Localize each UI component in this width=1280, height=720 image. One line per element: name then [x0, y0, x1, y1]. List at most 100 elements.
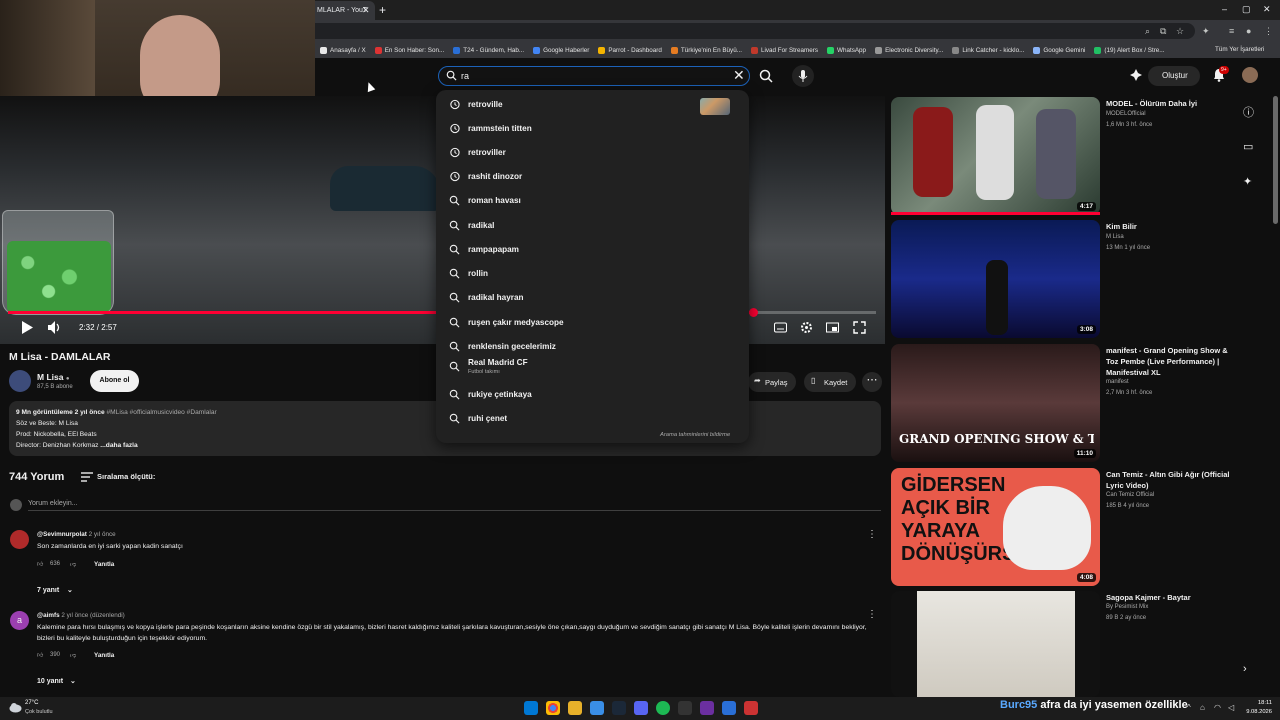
bookmark-item[interactable]: Livad For Streamers [750, 46, 818, 54]
app-icon[interactable] [590, 701, 604, 715]
comment-menu-icon[interactable]: ⋮ [867, 529, 877, 540]
channel-name[interactable]: M Lisa ● [37, 372, 69, 382]
scrollbar[interactable] [1273, 96, 1278, 224]
miniplayer-icon[interactable] [826, 321, 839, 334]
weather-temp[interactable]: 27°C [25, 700, 38, 706]
search-button-icon[interactable] [757, 68, 775, 84]
suggestion-item[interactable]: ruhi çenet [436, 407, 749, 431]
suggestion-item[interactable]: ruşen çakır medyascope [436, 311, 749, 335]
related-thumbnail[interactable] [891, 591, 1100, 697]
sort-icon[interactable] [81, 472, 93, 482]
related-thumbnail[interactable]: 4:17 [891, 97, 1100, 215]
suggestion-item[interactable]: Real Madrid CF Futbol takımı [436, 355, 749, 379]
install-icon[interactable]: ⧉ [1160, 26, 1166, 37]
report-predictions-link[interactable]: Arama tahminlerini bildirme [660, 432, 730, 438]
suggestion-item[interactable]: rukiye çetinkaya [436, 383, 749, 407]
bookmark-item[interactable]: Electronic Diversity... [875, 46, 943, 54]
related-channel[interactable]: By Pesimist Mix [1106, 604, 1148, 610]
minimize-icon[interactable]: – [1222, 4, 1227, 14]
all-bookmarks[interactable]: Tüm Yer İşaretleri [1215, 46, 1264, 53]
related-title[interactable]: Kim Bilir [1106, 221, 1236, 232]
folder-icon[interactable] [568, 701, 582, 715]
related-title[interactable]: MODEL - Ölürüm Daha İyi [1106, 98, 1236, 109]
comment-user[interactable]: @aimfs 2 yıl önce (düzenlendi) [37, 612, 125, 619]
sparkle-icon[interactable]: ✦ [1243, 175, 1257, 189]
related-channel[interactable]: MODELOfficial [1106, 111, 1146, 117]
maximize-icon[interactable]: ▢ [1242, 4, 1251, 15]
bookmark-item[interactable]: Türkiye'nin En Büyü... [670, 46, 742, 54]
bookmark-star-icon[interactable]: ☆ [1176, 26, 1184, 37]
volume-tray-icon[interactable]: ◁ [1228, 703, 1234, 712]
like-icon[interactable]: 👍︎ [37, 651, 43, 659]
start-icon[interactable] [524, 701, 538, 715]
related-title[interactable]: Sagopa Kajmer - Baytar [1106, 592, 1236, 603]
close-window-icon[interactable]: ✕ [1263, 4, 1271, 15]
chrome-icon[interactable] [546, 701, 560, 715]
like-icon[interactable]: 👍︎ [37, 560, 43, 568]
comment-menu-icon[interactable]: ⋮ [867, 609, 877, 620]
suggestion-item[interactable]: retroville [436, 93, 749, 117]
bookmark-item[interactable]: T24 - Gündem, Hab... [453, 46, 524, 54]
clock-date[interactable]: 9.08.2026 [1244, 709, 1272, 715]
comment-avatar[interactable]: a [10, 611, 29, 630]
omnibox[interactable] [315, 23, 1195, 39]
related-channel[interactable]: M Lisa [1106, 234, 1124, 240]
extensions-icon[interactable]: ✦ [1202, 26, 1210, 37]
steam-icon[interactable] [612, 701, 626, 715]
subtitles-icon[interactable] [774, 321, 787, 334]
next-arrow-icon[interactable]: › [1243, 663, 1257, 677]
bookmark-item[interactable]: En Son Haber: Son... [374, 46, 444, 54]
channel-avatar[interactable] [9, 370, 31, 392]
comment-avatar[interactable] [10, 530, 29, 549]
app-icon[interactable] [678, 701, 692, 715]
related-thumbnail[interactable]: 3:08 [891, 220, 1100, 338]
dislike-icon[interactable]: 👎︎ [70, 651, 76, 659]
progress-knob[interactable] [749, 308, 758, 317]
obs-icon[interactable] [744, 701, 758, 715]
comment-user[interactable]: @Sevimnurpolat 2 yıl önce [37, 531, 116, 538]
network-icon[interactable]: ⌂ [1200, 703, 1205, 712]
profile-icon[interactable]: ● [1246, 26, 1251, 36]
suggestion-item[interactable]: radikal hayran [436, 286, 749, 310]
bookmark-item[interactable]: Google Gemini [1033, 46, 1085, 54]
suggestion-item[interactable]: rollin [436, 262, 749, 286]
show-more-link[interactable]: ...daha fazla [100, 442, 137, 449]
replies-toggle[interactable]: 10 yanıt [37, 678, 63, 685]
chevron-down-icon[interactable]: ⌄ [67, 586, 73, 594]
related-thumbnail[interactable]: GRAND OPENING SHOW & TOZ PEMBE 11:10 [891, 344, 1100, 462]
replies-toggle[interactable]: 7 yanıt [37, 587, 59, 594]
play-icon[interactable] [21, 321, 33, 334]
more-actions-button[interactable]: ⋯ [862, 372, 882, 392]
related-channel[interactable]: manifest [1106, 379, 1129, 385]
search-input[interactable] [461, 68, 721, 84]
bookmark-item[interactable]: WhatsApp [827, 46, 866, 54]
bookmark-item[interactable]: (19) Alert Box / Stre... [1094, 46, 1165, 54]
suggestion-item[interactable]: roman havası [436, 189, 749, 213]
suggestion-item[interactable]: retroviller [436, 141, 749, 165]
create-button[interactable]: Oluştur [1148, 66, 1200, 86]
related-title[interactable]: Can Temiz - Altın Gibi Ağır (Official Ly… [1106, 469, 1236, 491]
clear-search-icon[interactable]: ✕ [733, 67, 745, 84]
info-icon[interactable]: ⓘ [1243, 104, 1257, 119]
weather-desc[interactable]: Çok bulutlu [25, 709, 53, 715]
account-avatar[interactable] [1242, 67, 1258, 83]
create-sparkle-icon[interactable] [1129, 68, 1143, 82]
reply-button[interactable]: Yanıtla [94, 561, 114, 568]
suggestion-item[interactable]: radikal [436, 214, 749, 238]
bookmark-item[interactable]: Anasayfa / X [320, 46, 366, 54]
settings-gear-icon[interactable] [800, 321, 813, 334]
bookmark-item[interactable]: Parrot - Dashboard [598, 46, 662, 54]
suggestion-item[interactable]: rampapapam [436, 238, 749, 262]
voice-search-button[interactable] [792, 65, 814, 87]
app-icon[interactable] [722, 701, 736, 715]
zoom-icon[interactable]: ⌕ [1145, 26, 1150, 37]
subscribe-button[interactable]: Abone ol [90, 370, 139, 392]
bookmark-item[interactable]: Link Catcher - kicklo... [952, 46, 1024, 54]
app-icon[interactable] [700, 701, 714, 715]
related-channel[interactable]: Can Temiz Official [1106, 492, 1154, 498]
chat-icon[interactable]: ▭ [1243, 140, 1257, 154]
related-thumbnail[interactable]: GİDERSEN AÇIK BİR YARAYA DÖNÜŞÜRSÜN 4:08 [891, 468, 1100, 586]
dislike-icon[interactable]: 👎︎ [70, 560, 76, 568]
sort-label[interactable]: Sıralama ölçütü: [97, 472, 155, 481]
new-tab-icon[interactable]: + [379, 3, 386, 17]
